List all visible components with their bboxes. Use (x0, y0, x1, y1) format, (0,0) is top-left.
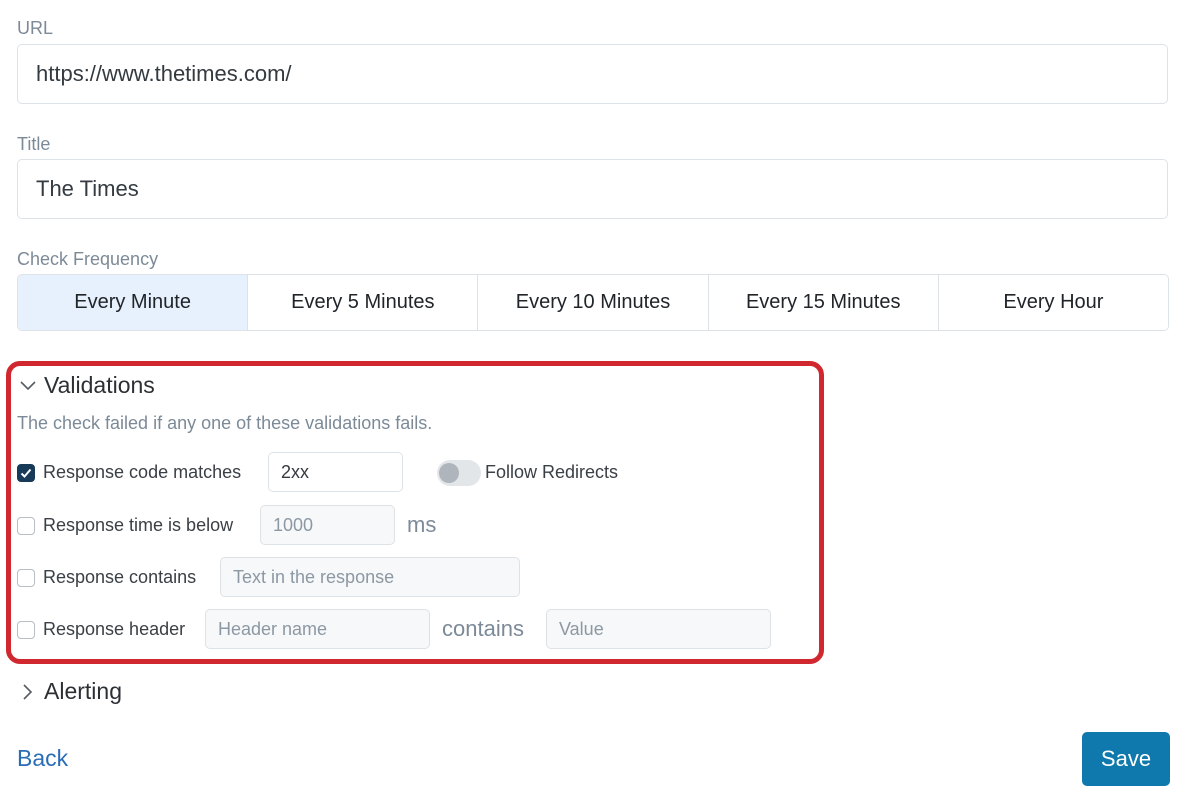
back-link[interactable]: Back (17, 745, 68, 772)
response-time-label: Response time is below (43, 515, 234, 535)
header-name-input[interactable] (205, 609, 430, 649)
frequency-every-5-minutes[interactable]: Every 5 Minutes (248, 275, 479, 330)
frequency-segmented-control: Every Minute Every 5 Minutes Every 10 Mi… (17, 274, 1169, 331)
response-code-row: Response code matches (17, 462, 241, 483)
title-label: Title (17, 134, 51, 154)
response-contains-input[interactable] (220, 557, 520, 597)
validations-toggle[interactable]: Validations (18, 372, 155, 399)
alerting-title: Alerting (44, 678, 122, 704)
response-time-checkbox[interactable] (17, 516, 35, 535)
toggle-knob (439, 463, 459, 483)
frequency-every-hour[interactable]: Every Hour (938, 275, 1168, 330)
response-code-label: Response code matches (43, 462, 242, 482)
validations-title: Validations (44, 372, 155, 398)
response-header-checkbox[interactable] (17, 620, 35, 639)
frequency-every-10-minutes[interactable]: Every 10 Minutes (478, 275, 709, 330)
response-code-checkbox[interactable] (17, 463, 35, 482)
frequency-every-15-minutes[interactable]: Every 15 Minutes (708, 275, 939, 330)
checkmark-icon (20, 468, 32, 478)
url-input[interactable] (17, 44, 1168, 104)
frequency-every-minute[interactable]: Every Minute (18, 275, 249, 330)
validations-description: The check failed if any one of these val… (17, 413, 433, 433)
title-input[interactable] (17, 159, 1168, 219)
follow-redirects-label: Follow Redirects (485, 462, 619, 482)
chevron-right-icon (23, 683, 33, 700)
response-contains-row: Response contains (17, 567, 196, 588)
response-header-label: Response header (43, 619, 186, 639)
response-time-input[interactable] (260, 505, 395, 545)
response-header-row: Response header (17, 619, 185, 640)
url-label: URL (17, 18, 54, 38)
header-value-input[interactable] (546, 609, 771, 649)
response-code-input[interactable] (268, 452, 403, 492)
response-contains-label: Response contains (43, 567, 197, 587)
alerting-toggle[interactable]: Alerting (18, 678, 122, 705)
chevron-down-icon (20, 380, 36, 390)
check-frequency-label: Check Frequency (17, 249, 159, 269)
save-button[interactable]: Save (1082, 732, 1170, 786)
header-contains-connector: contains (442, 616, 524, 641)
response-time-unit: ms (407, 512, 437, 537)
follow-redirects-toggle[interactable] (437, 460, 481, 486)
response-contains-checkbox[interactable] (17, 568, 35, 587)
response-time-row: Response time is below (17, 515, 233, 536)
